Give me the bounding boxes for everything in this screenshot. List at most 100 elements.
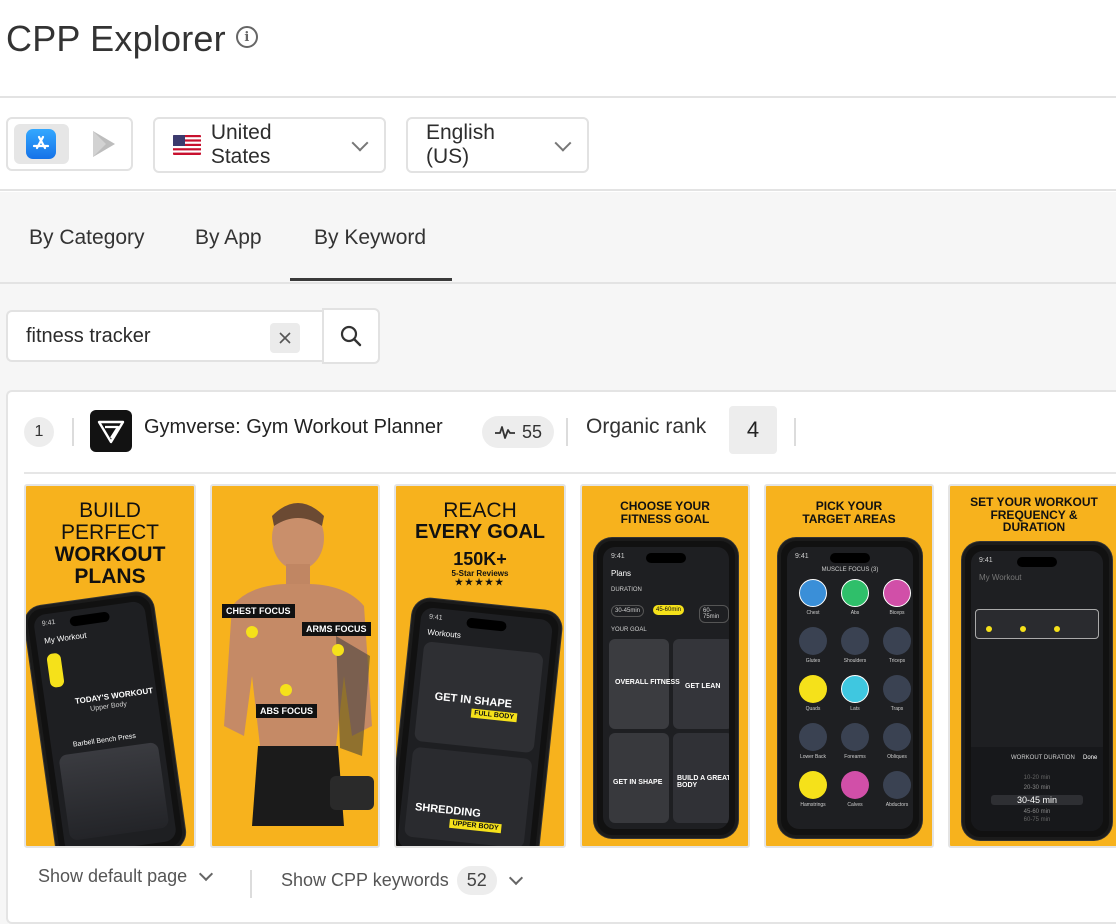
chevron-down-icon xyxy=(351,134,369,152)
muscle-option xyxy=(799,723,827,751)
info-icon[interactable]: i xyxy=(235,26,258,48)
muscle-label: Traps xyxy=(890,706,904,712)
shot-headline: PERFECT xyxy=(60,521,159,545)
screenshot-1[interactable]: BUILD PERFECT WORKOUT PLANS 9:41 My Work… xyxy=(24,484,196,848)
screenshot-6[interactable]: SET YOUR WORKOUT FREQUENCY & DURATION 9:… xyxy=(948,484,1116,848)
page-header: CPP Explorer i xyxy=(6,18,258,60)
shot-label: 60-75 min xyxy=(1023,817,1051,823)
country-select[interactable]: United States xyxy=(153,117,386,173)
results-area: fitness tracker 1 Gymverse: Gym Workout … xyxy=(0,284,1116,924)
muscle-option xyxy=(883,771,911,799)
phone-mockup: 9:41 Workouts GET IN SHAPE FULL BODY SHR… xyxy=(396,596,564,846)
separator xyxy=(566,418,568,446)
shot-headline: TARGET AREAS xyxy=(802,511,896,526)
athlete-illustration xyxy=(224,503,374,826)
phone-mockup: 9:41 MUSCLE FOCUS (3) Chest Abs Biceps Glut… xyxy=(778,538,922,838)
muscle-option xyxy=(883,627,911,655)
shot-label: 60-75min xyxy=(699,605,729,623)
muscle-label: Hamstrings xyxy=(800,802,826,808)
muscle-label: Abductors xyxy=(885,802,909,808)
muscle-option xyxy=(799,579,827,607)
muscle-label: Biceps xyxy=(889,610,905,616)
language-select[interactable]: English (US) xyxy=(406,117,589,173)
google-play-button[interactable] xyxy=(77,124,132,164)
app-name[interactable]: Gymverse: Gym Workout Planner xyxy=(144,416,443,439)
keyword-search: fitness tracker xyxy=(6,308,380,366)
divider xyxy=(0,96,1116,98)
clear-search-button[interactable] xyxy=(270,323,300,353)
day-picker xyxy=(975,609,1099,639)
day-selector xyxy=(46,652,65,689)
score-value: 55 xyxy=(522,421,543,442)
gymverse-logo-icon xyxy=(97,420,125,444)
divider xyxy=(0,189,1116,191)
shot-headline: DURATION xyxy=(1002,520,1066,535)
muscle-label: Chest xyxy=(806,610,820,616)
muscle-label: Lats xyxy=(850,706,860,712)
score-pill: 55 xyxy=(482,416,555,448)
muscle-option xyxy=(841,675,869,703)
shot-headline: BUILD xyxy=(79,499,141,522)
shot-label: 9:41 xyxy=(41,618,56,628)
organic-rank-value: 4 xyxy=(729,406,777,454)
muscle-option xyxy=(799,627,827,655)
page-title: CPP Explorer xyxy=(6,18,226,59)
shot-label: ABS FOCUS xyxy=(256,704,318,718)
store-toggle xyxy=(6,117,133,171)
chevron-down-icon xyxy=(554,134,572,152)
muscle-option xyxy=(799,771,827,799)
tab-bar: By Category By App By Keyword xyxy=(0,192,1116,284)
shot-label: 9:41 xyxy=(428,613,443,622)
muscle-label: Abs xyxy=(850,610,860,616)
search-input[interactable]: fitness tracker xyxy=(6,310,322,362)
app-icon[interactable] xyxy=(90,410,132,452)
shot-label: 9:41 xyxy=(611,553,625,560)
tab-by-keyword[interactable]: By Keyword xyxy=(314,226,426,250)
muscle-option xyxy=(883,675,911,703)
cpp-keyword-count: 52 xyxy=(456,866,497,895)
search-icon xyxy=(340,325,362,347)
search-button[interactable] xyxy=(322,308,380,364)
shot-label: 45-60 min xyxy=(1023,809,1051,815)
muscle-option xyxy=(883,579,911,607)
pulse-icon xyxy=(495,426,515,439)
shot-label: BUILD A GREAT BODY xyxy=(677,775,729,789)
screenshot-3[interactable]: REACH EVERY GOAL 150K+ 5-Star Reviews ★★… xyxy=(394,484,566,848)
app-store-button[interactable] xyxy=(14,124,69,164)
shot-headline: 150K+ xyxy=(453,549,507,569)
shot-label: GET LEAN xyxy=(685,683,721,690)
screenshot-5[interactable]: PICK YOUR TARGET AREAS 9:41 MUSCLE FOCUS… xyxy=(764,484,934,848)
country-value: United States xyxy=(210,121,272,168)
shot-label: 9:41 xyxy=(979,557,993,564)
show-cpp-keywords-toggle[interactable]: Show CPP keywords 52 xyxy=(281,866,523,895)
tab-by-app[interactable]: By App xyxy=(195,226,262,250)
shot-headline: SET YOUR WORKOUT xyxy=(970,495,1098,509)
shot-label: 30-45min xyxy=(611,605,645,617)
screenshot-2[interactable]: CHEST FOCUS ARMS FOCUS ABS FOCUS xyxy=(210,484,380,848)
muscle-label: Calves xyxy=(847,802,863,808)
show-default-page-toggle[interactable]: Show default page xyxy=(38,866,214,887)
result-card: 1 Gymverse: Gym Workout Planner 55 Organ… xyxy=(6,390,1116,924)
shot-label: My Workout xyxy=(43,630,88,646)
search-input-value: fitness tracker xyxy=(26,324,151,347)
shot-headline: PLANS xyxy=(74,565,146,589)
shot-label: 9:41 xyxy=(795,553,809,560)
rating-stars: ★★★★★ xyxy=(454,577,506,587)
screenshot-4[interactable]: CHOOSE YOUR FITNESS GOAL 9:41 Plans DURA… xyxy=(580,484,750,848)
shot-headline: FITNESS GOAL xyxy=(620,511,710,526)
tab-by-category[interactable]: By Category xyxy=(29,226,145,250)
muscle-label: Glutes xyxy=(805,658,821,664)
muscle-option xyxy=(799,675,827,703)
exercise-photo xyxy=(58,741,170,841)
separator xyxy=(250,870,252,898)
show-default-page-label: Show default page xyxy=(38,866,188,886)
shot-label: 45-60min xyxy=(653,605,685,615)
muscle-option xyxy=(883,723,911,751)
shot-headline: PICK YOUR xyxy=(815,499,883,513)
shot-label: MUSCLE FOCUS (3) xyxy=(821,567,879,573)
shot-label: Plans xyxy=(611,569,632,578)
filters-bar: United States English (US) xyxy=(6,117,589,173)
workout-card xyxy=(403,746,533,846)
shot-headline: WORKOUT xyxy=(54,543,166,566)
muscle-label: Forearms xyxy=(844,754,866,760)
